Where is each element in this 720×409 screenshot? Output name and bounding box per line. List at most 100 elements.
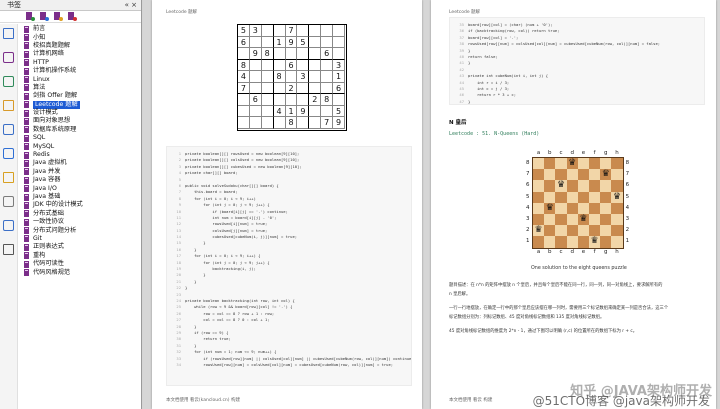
bookmark-icon <box>24 201 29 209</box>
bookmark-item[interactable]: 计算机操作系统 <box>24 67 139 75</box>
bookmark-label: 分布式基础 <box>33 209 64 217</box>
bookmark-item[interactable]: 正则表达式 <box>24 243 139 251</box>
code-text: } <box>185 323 197 329</box>
bookmark-item[interactable]: 代码风格规范 <box>24 268 139 277</box>
sudoku-cell <box>249 117 262 129</box>
bookmark-label: SQL <box>33 134 46 142</box>
bookmark-add-icon[interactable] <box>54 12 63 21</box>
sudoku-cell <box>333 94 345 106</box>
bookmark-icon <box>24 34 29 42</box>
file-label: f <box>593 150 596 156</box>
bookmark-icon <box>24 176 29 184</box>
bookmark-item[interactable]: 分布式问题分析 <box>24 226 139 235</box>
bookmark-icon <box>24 109 29 117</box>
bookmark-icon <box>24 134 29 142</box>
sudoku-cell: 6 <box>238 36 250 49</box>
bookmark-item[interactable]: 前言 <box>24 25 139 33</box>
close-panel-button[interactable]: × <box>131 1 137 9</box>
bookmark-label: 设计模式 <box>33 109 58 117</box>
bookmark-item[interactable]: 小知 <box>24 33 139 42</box>
code-text: for (int i = 0; i < 9; i++) { <box>185 253 261 259</box>
bookmark-item[interactable]: JDK 中的设计模式 <box>24 201 139 209</box>
bookmark-item[interactable]: Java 基础 <box>24 193 139 201</box>
sudoku-cell: 2 <box>285 82 298 95</box>
file-label: d <box>570 150 574 156</box>
sudoku-cell <box>297 117 310 129</box>
sudoku-cell <box>238 48 250 60</box>
bookmark-item[interactable]: Java I/O <box>24 184 139 193</box>
document-view[interactable]: Leetcode 题解 5376195986863483172662841958… <box>143 0 720 409</box>
sudoku-cell <box>297 59 310 72</box>
bookmark-item[interactable]: 剑指 Offer 题解 <box>24 92 139 100</box>
file-label: g <box>604 248 608 255</box>
signatures-icon[interactable] <box>3 196 14 207</box>
sudoku-cell: 1 <box>285 105 298 118</box>
bookmark-icon <box>24 210 29 218</box>
sudoku-cell <box>309 25 322 37</box>
section-heading: N 皇后 <box>449 120 467 126</box>
sudoku-cell: 7 <box>238 82 250 95</box>
code-text: backtracking(i, j); <box>185 266 256 272</box>
bookmark-item[interactable]: Java 并发 <box>24 168 139 176</box>
tools-icon[interactable] <box>3 220 14 231</box>
collapse-panel-button[interactable]: « <box>125 1 129 9</box>
code-text: } <box>185 285 188 291</box>
page-thumbnails-icon[interactable] <box>3 28 14 39</box>
sudoku-cell <box>333 36 345 49</box>
bookmark-item[interactable]: HTTP <box>24 59 139 67</box>
bookmark-item[interactable]: 一致性协议 <box>24 218 139 226</box>
bookmark-item[interactable]: 数据库系统原理 <box>24 126 139 134</box>
line-number: 34 <box>176 361 181 367</box>
security-icon[interactable] <box>3 172 14 183</box>
bookmark-item[interactable]: Java 容器 <box>24 176 139 184</box>
bookmark-collapse-icon[interactable] <box>40 12 49 21</box>
bookmark-icon <box>24 269 29 277</box>
sudoku-cell <box>297 48 310 60</box>
layers-icon[interactable] <box>3 76 14 87</box>
code-text: if (backtracking(row, col)) return true; <box>468 28 560 34</box>
bookmark-label: 计算机网络 <box>33 50 64 58</box>
bookmark-item[interactable]: Redis <box>24 151 139 159</box>
bookmark-item[interactable]: 重构 <box>24 252 139 260</box>
sudoku-cell <box>309 82 322 95</box>
bookmark-icon <box>24 67 29 75</box>
bookmark-label: 重构 <box>33 251 46 259</box>
code-text: } <box>185 272 206 278</box>
bookmark-item[interactable]: 分布式基础 <box>24 210 139 218</box>
links-icon[interactable] <box>3 148 14 159</box>
bookmark-icon <box>24 117 29 125</box>
problem-link[interactable]: Leetcode : 51. N-Queens (Hard) <box>449 131 539 137</box>
bookmark-item[interactable]: 算法 <box>24 84 139 92</box>
bookmark-item[interactable]: 代码可读性 <box>24 260 139 268</box>
code-text: private char[][] board; <box>185 170 238 176</box>
bookmark-item[interactable]: 计算机网络 <box>24 50 139 58</box>
bookmark-item[interactable]: SQL <box>24 134 139 142</box>
code-text: board[row][col] = '.'; <box>468 34 519 40</box>
pdf-reader-window: 书签 « × 前言 小知 校招真题题解 计算机网络 HTTP 计算机操作系统 Linux 算法… <box>0 0 720 409</box>
sudoku-cell: 7 <box>285 25 298 37</box>
bookmark-item[interactable]: 面向对象思想 <box>24 117 139 125</box>
bookmark-item[interactable]: MySQL <box>24 142 139 151</box>
bookmark-item[interactable]: 校招真题题解 <box>24 42 139 50</box>
navigation-rail <box>0 24 18 409</box>
sudoku-cell: 5 <box>238 25 250 37</box>
bookmark-label: Java 容器 <box>33 176 61 184</box>
sudoku-cell <box>321 105 334 118</box>
attachments-icon[interactable] <box>3 124 14 135</box>
bookmark-item[interactable]: Linux <box>24 75 139 84</box>
page-footer: 本文档使用 看云 构建 <box>449 398 493 403</box>
comments-icon[interactable] <box>3 100 14 111</box>
watermark-51cto: @51CTO博客 @java架构师开发 <box>532 394 710 408</box>
bookmark-item[interactable]: Git <box>24 235 139 243</box>
bookmark-expand-icon[interactable] <box>26 12 35 21</box>
settings-icon[interactable] <box>3 244 14 255</box>
bookmark-item[interactable]: Leetcode 题解 <box>24 100 139 109</box>
code-line: 34 rowsUsed[row][num] = colsUsed[col][nu… <box>167 362 411 368</box>
bookmark-item[interactable]: Java 虚拟机 <box>24 159 139 167</box>
bookmark-delete-icon[interactable] <box>68 12 77 21</box>
bookmarks-icon[interactable] <box>3 52 14 63</box>
sudoku-cell <box>261 117 274 129</box>
sudoku-cell <box>285 71 298 83</box>
sudoku-cell: 2 <box>309 94 322 106</box>
sudoku-cell: 4 <box>238 71 250 83</box>
